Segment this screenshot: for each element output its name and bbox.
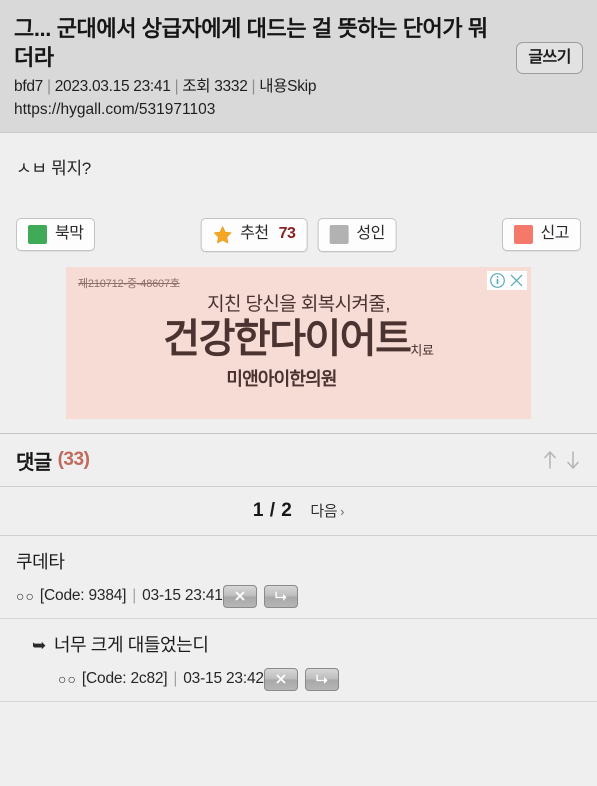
post-action-row: 북막 추천 73 성인 신고 [0,204,597,267]
ad-headline-suffix: 치료 [410,342,434,358]
recommend-count: 73 [278,225,296,243]
meta-separator: | [173,670,178,688]
center-button-group: 추천 73 성인 [200,217,397,252]
next-page-button[interactable]: 다음 › [310,500,344,521]
comment-delete-button[interactable] [263,667,298,691]
ad-banner[interactable]: 제210712-중-48607호 지친 당신을 회복시켜줄, 건강한다이어트치료 [66,266,531,419]
comment-body: 너무 크게 대들었는디 [53,634,209,655]
comments-header: 댓글 (33) [0,434,597,487]
meta-separator: | [251,78,256,96]
comment-text: 쿠데타 [16,550,581,575]
post-author: bfd7 [14,78,43,96]
reply-marker-icon: ➥ [32,635,46,655]
ad-headline-part1: 건강한 [163,316,270,361]
adult-button[interactable]: 성인 [317,217,397,252]
meta-separator: | [132,587,137,605]
comment-reply-button[interactable] [263,584,298,608]
comment-body: 쿠데타 [16,551,65,572]
comment-meta: ○○ [Code: 9384] | 03-15 23:41 [16,584,581,608]
post-date: 2023.03.15 23:41 [54,78,171,96]
comment-reply-button[interactable] [304,667,339,691]
page-title: 그... 군대에서 상급자에게 대드는 걸 뜻하는 단어가 뭐더라 [14,16,488,71]
comments-title: 댓글 [16,451,52,474]
comments-pager: 1 / 2 다음 › [0,487,597,536]
report-square-icon [513,225,533,245]
adult-label: 성인 [356,225,385,243]
arrow-down-icon[interactable] [565,449,581,471]
page-indicator: 1 / 2 [252,499,293,521]
comment-time: 03-15 23:42 [183,670,264,688]
bookmark-square-icon [28,225,47,245]
star-icon [213,225,232,243]
advertisement-area: 제210712-중-48607호 지친 당신을 회복시켜줄, 건강한다이어트치료 [0,266,597,433]
report-label: 신고 [540,225,570,243]
info-circle-icon[interactable] [489,272,506,289]
comment-meta: ○○ [Code: 2c82] | 03-15 23:42 [32,667,581,691]
bookmark-label: 북막 [55,225,84,243]
ad-tagline: 지친 당신을 회복시켜줄, [207,293,390,315]
post-body-text: ㅅㅂ 뭐지? [16,158,91,178]
comment-text: ➥ 너무 크게 대들었는디 [32,633,581,658]
comments-section: 댓글 (33) 1 / 2 다음 › 쿠데타 ○○ [Code: 9384] |… [0,432,597,786]
comment-item: 쿠데타 ○○ [Code: 9384] | 03-15 23:41 [0,536,597,619]
recommend-button[interactable]: 추천 73 [200,217,308,252]
close-x-icon [235,591,245,601]
comment-sort-controls [542,449,581,471]
post-page: 그... 군대에서 상급자에게 대드는 걸 뜻하는 단어가 뭐더라 글쓰기 bf… [0,0,597,786]
comment-code: [Code: 9384] [39,587,127,605]
ad-content: 지친 당신을 회복시켜줄, 건강한다이어트치료 미앤아이한의원 [66,289,531,391]
post-header: 그... 군대에서 상급자에게 대드는 걸 뜻하는 단어가 뭐더라 글쓰기 bf… [0,0,597,132]
arrow-up-icon[interactable] [542,449,558,471]
ad-advertiser: 미앤아이한의원 [226,368,337,389]
comment-time: 03-15 23:41 [142,587,223,605]
recommend-label: 추천 [240,225,269,243]
content-skip-link[interactable]: 내용Skip [259,78,316,95]
ad-controls [487,270,527,290]
comment-delete-button[interactable] [222,584,257,608]
comment-status-dots: ○○ [58,671,77,688]
bookmark-button[interactable]: 북막 [16,218,96,252]
comment-item: ➥ 너무 크게 대들었는디 ○○ [Code: 2c82] | 03-15 23… [0,619,597,702]
meta-separator: | [46,78,51,96]
post-views: 조회 3332 [182,78,248,96]
comment-status-dots: ○○ [16,588,35,605]
ad-headline: 건강한다이어트치료 [66,316,531,361]
next-page-label: 다음 [310,503,338,521]
report-button[interactable]: 신고 [501,218,581,252]
meta-separator: | [174,78,179,96]
close-x-icon [276,675,286,684]
comments-count: (33) [57,449,90,471]
comment-code: [Code: 2c82] [81,670,168,688]
write-post-button[interactable]: 글쓰기 [516,42,583,74]
ad-headline-part2: 다이어트 [269,316,412,361]
reply-arrow-icon [316,675,328,685]
post-url[interactable]: https://hygall.com/531971103 [14,98,583,121]
chevron-right-icon: › [340,504,345,520]
adult-square-icon [329,225,349,245]
post-body-section: ㅅㅂ 뭐지? 북막 추천 73 성인 신고 제210712-중-48607호 지… [0,131,597,433]
reply-arrow-icon [275,592,287,602]
close-x-icon[interactable] [508,272,525,289]
post-meta: bfd7 | 2023.03.15 23:41 | 조회 3332 | 내용Skip [14,75,583,98]
